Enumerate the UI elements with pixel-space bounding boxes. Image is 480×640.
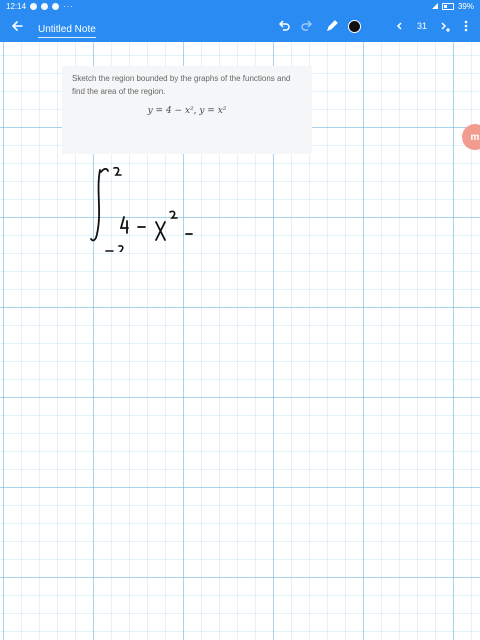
notification-icon-2: [41, 2, 49, 10]
notification-icon-3: [52, 2, 60, 10]
previous-page-button[interactable]: [392, 18, 408, 34]
pen-color-button[interactable]: [346, 18, 362, 34]
undo-button[interactable]: [276, 18, 292, 34]
handwritten-integral: [88, 162, 228, 254]
status-right: 39%: [431, 1, 474, 11]
next-plus-icon: [441, 22, 450, 32]
chevron-left-icon: [396, 22, 402, 30]
note-title-field[interactable]: Untitled Note: [38, 19, 96, 38]
battery-icon: [441, 2, 454, 10]
redo-button[interactable]: [299, 18, 315, 34]
note-title: Untitled Note: [38, 24, 96, 35]
battery-percent: 39%: [457, 1, 474, 11]
status-time: 12:14: [6, 1, 27, 11]
vertical-dots-icon: [464, 20, 468, 32]
status-left: 12:14 ···: [6, 2, 74, 11]
problem-equation: y = 4 − x², y = x²: [147, 106, 227, 116]
page-number: 31: [416, 21, 427, 31]
pen-color-swatch: [347, 19, 361, 33]
problem-text: Sketch the region bounded by the graphs …: [72, 74, 291, 96]
app-bar: Untitled Note 31: [0, 12, 480, 42]
undo-icon: [278, 20, 290, 31]
back-arrow-icon[interactable]: [10, 19, 24, 33]
status-bar: 12:14 ··· 39%: [0, 0, 480, 12]
more-options-button[interactable]: [458, 18, 474, 34]
problem-card: Sketch the region bounded by the graphs …: [62, 66, 312, 154]
side-logo-label: m: [470, 131, 480, 143]
more-notifications: ···: [63, 1, 75, 11]
pen-tool-button[interactable]: [324, 18, 340, 34]
notification-icon: [30, 2, 38, 10]
grid-paper-canvas[interactable]: Sketch the region bounded by the graphs …: [0, 42, 480, 640]
pen-icon: [327, 20, 338, 31]
signal-icon: [431, 3, 438, 9]
next-page-button[interactable]: [438, 18, 454, 34]
redo-icon: [301, 20, 313, 31]
